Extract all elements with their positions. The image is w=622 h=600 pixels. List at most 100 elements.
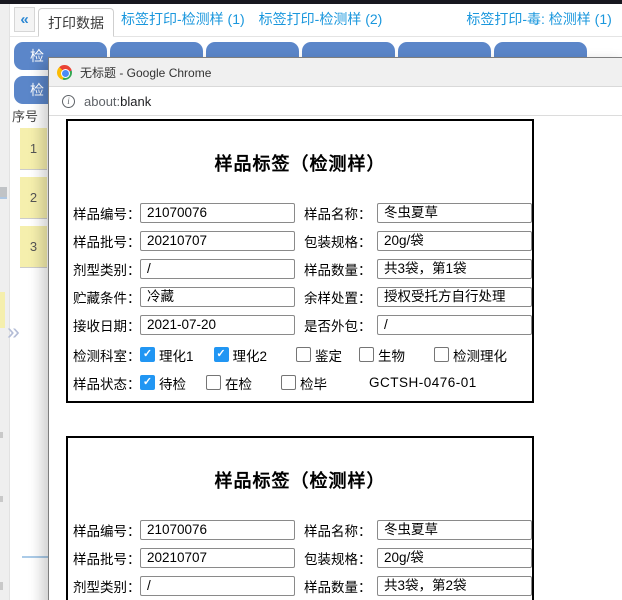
- dept-checkbox-row: 检测科室： ✓ 理化1 ✓ 理化2 ✓ 鉴定 ✓ 生物 ✓: [73, 346, 532, 363]
- field-row: 样品批号： 20210707 包装规格： 20g/袋: [73, 548, 532, 568]
- info-icon: i: [62, 95, 75, 108]
- address-bar[interactable]: i about:blank: [49, 87, 622, 116]
- status-option: ✓ 待检: [140, 373, 186, 393]
- outsourced-field[interactable]: /: [377, 315, 532, 335]
- package-spec-field[interactable]: 20g/袋: [377, 548, 532, 568]
- left-rail: [0, 4, 10, 600]
- table-row[interactable]: 3: [20, 226, 47, 268]
- table-header-seq: 序号: [12, 106, 38, 125]
- divider-fragment: [22, 556, 48, 558]
- url-page: blank: [120, 94, 151, 109]
- clipped-text-fragment: [0, 582, 3, 590]
- window-title: 无标题 - Google Chrome: [80, 64, 211, 81]
- checkbox-lihua1[interactable]: ✓: [140, 347, 155, 362]
- field-label: 余样处置：: [304, 287, 377, 307]
- batch-no-field[interactable]: 20210707: [140, 231, 295, 251]
- field-label: 样品名称：: [304, 520, 377, 540]
- top-black-bar: [0, 0, 622, 4]
- status-option: ✓ 在检: [206, 373, 252, 393]
- url-scheme: about:: [84, 94, 120, 109]
- field-row: 剂型类别： / 样品数量： 共3袋，第2袋: [73, 576, 532, 596]
- checkbox-daijian[interactable]: ✓: [140, 375, 155, 390]
- field-label: 剂型类别：: [73, 576, 140, 596]
- field-label: 样品状态：: [73, 373, 140, 393]
- clipped-text-fragment: [0, 432, 3, 438]
- storage-field[interactable]: 冷藏: [140, 287, 295, 307]
- checkbox-label: 理化2: [233, 345, 268, 365]
- field-label: 包装规格：: [304, 231, 377, 251]
- dept-option: ✓ 生物: [359, 345, 405, 365]
- sample-label-card-2: 样品标签（检测样） 样品编号： 21070076 样品名称： 冬虫夏草 样品批号…: [66, 436, 534, 600]
- checkbox-label: 理化1: [159, 345, 194, 365]
- chrome-popup-window: 无标题 - Google Chrome i about:blank 样品标签（检…: [48, 57, 622, 600]
- checkbox-label: 待检: [159, 373, 186, 393]
- tab-label-print-2[interactable]: 标签打印-检测样 (2): [259, 9, 383, 29]
- status-option: ✓ 检毕: [281, 373, 327, 393]
- chrome-logo-icon: [57, 65, 72, 80]
- tab-label-print-toxic[interactable]: 标签打印-毒: 检测样 (1): [466, 9, 611, 29]
- sample-name-field[interactable]: 冬虫夏草: [377, 203, 532, 223]
- sample-no-field[interactable]: 21070076: [140, 520, 295, 540]
- checkmark-icon: ✓: [143, 377, 152, 388]
- checkbox-label: 生物: [378, 345, 405, 365]
- table-row[interactable]: 2: [20, 177, 47, 219]
- disposal-field[interactable]: 授权受托方自行处理: [377, 287, 532, 307]
- field-label: 样品编号：: [73, 520, 140, 540]
- sample-no-field[interactable]: 21070076: [140, 203, 295, 223]
- clipped-link-fragment: [0, 187, 7, 199]
- dept-option: ✓ 鉴定: [296, 345, 342, 365]
- table-row[interactable]: 1: [20, 128, 47, 170]
- field-row: 贮藏条件： 冷藏 余样处置： 授权受托方自行处理: [73, 287, 532, 307]
- checkbox-label: 检测理化: [453, 345, 507, 365]
- field-label: 样品数量：: [304, 576, 377, 596]
- tab-print-data[interactable]: 打印数据: [38, 8, 114, 37]
- dept-option: ✓ 理化1: [140, 345, 194, 365]
- package-spec-field[interactable]: 20g/袋: [377, 231, 532, 251]
- clipped-row-fragment: [0, 292, 5, 328]
- dosage-type-field[interactable]: /: [140, 576, 295, 596]
- quantity-field[interactable]: 共3袋，第2袋: [377, 576, 532, 596]
- field-label: 接收日期：: [73, 315, 140, 335]
- field-row: 剂型类别： / 样品数量： 共3袋，第1袋: [73, 259, 532, 279]
- checkbox-label: 检毕: [300, 373, 327, 393]
- checkbox-label: 鉴定: [315, 345, 342, 365]
- checkbox-label: 在检: [225, 373, 252, 393]
- field-label: 样品批号：: [73, 548, 140, 568]
- field-label: 包装规格：: [304, 548, 377, 568]
- batch-no-field[interactable]: 20210707: [140, 548, 295, 568]
- card-title: 样品标签（检测样）: [68, 467, 532, 493]
- checkmark-icon: ✓: [143, 349, 152, 360]
- dept-option: ✓ 检测理化: [434, 345, 507, 365]
- field-row: 样品编号： 21070076 样品名称： 冬虫夏草: [73, 520, 532, 540]
- checkbox-lihua2[interactable]: ✓: [214, 347, 229, 362]
- status-checkbox-row: 样品状态： ✓ 待检 ✓ 在检 ✓ 检毕 GCTSH-0476-01: [73, 374, 532, 391]
- sample-code: GCTSH-0476-01: [369, 375, 477, 390]
- field-row: 样品编号： 21070076 样品名称： 冬虫夏草: [73, 203, 532, 223]
- collapse-sidebar-icon[interactable]: «: [14, 7, 35, 32]
- dept-option: ✓ 理化2: [214, 345, 268, 365]
- checkbox-jiance-lihua[interactable]: ✓: [434, 347, 449, 362]
- field-label: 贮藏条件：: [73, 287, 140, 307]
- tab-bar: « 打印数据 标签打印-检测样 (1) 标签打印-检测样 (2) 标签打印-毒:…: [10, 4, 622, 37]
- receive-date-field[interactable]: 2021-07-20: [140, 315, 295, 335]
- tab-label-print-1[interactable]: 标签打印-检测样 (1): [121, 9, 245, 29]
- window-titlebar[interactable]: 无标题 - Google Chrome: [49, 58, 622, 87]
- field-label: 是否外包：: [304, 315, 377, 335]
- checkbox-jianbi[interactable]: ✓: [281, 375, 296, 390]
- checkbox-shengwu[interactable]: ✓: [359, 347, 374, 362]
- expand-panel-icon[interactable]: »: [7, 318, 20, 345]
- checkbox-jianding[interactable]: ✓: [296, 347, 311, 362]
- checkmark-icon: ✓: [216, 349, 225, 360]
- sample-label-card-1: 样品标签（检测样） 样品编号： 21070076 样品名称： 冬虫夏草 样品批号…: [66, 119, 534, 403]
- field-row: 接收日期： 2021-07-20 是否外包： /: [73, 315, 532, 335]
- field-row: 样品批号： 20210707 包装规格： 20g/袋: [73, 231, 532, 251]
- card-title: 样品标签（检测样）: [68, 150, 532, 176]
- field-label: 检测科室：: [73, 345, 140, 365]
- dosage-type-field[interactable]: /: [140, 259, 295, 279]
- field-label: 剂型类别：: [73, 259, 140, 279]
- checkbox-zaijian[interactable]: ✓: [206, 375, 221, 390]
- sample-name-field[interactable]: 冬虫夏草: [377, 520, 532, 540]
- field-label: 样品编号：: [73, 203, 140, 223]
- quantity-field[interactable]: 共3袋，第1袋: [377, 259, 532, 279]
- page-content: 样品标签（检测样） 样品编号： 21070076 样品名称： 冬虫夏草 样品批号…: [49, 116, 622, 600]
